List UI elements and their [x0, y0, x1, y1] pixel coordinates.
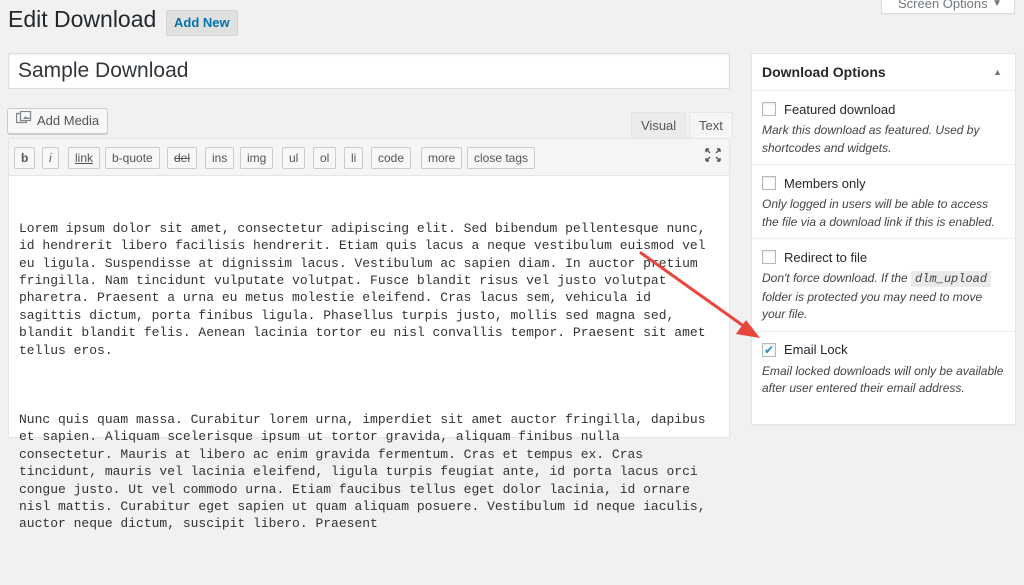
- email-lock-description: Email locked downloads will only be avai…: [762, 363, 1004, 396]
- redirect-description: Don't force download. If the dlm_upload …: [762, 270, 1005, 331]
- screen-options-label: Screen Options: [898, 0, 988, 11]
- tab-text[interactable]: Text: [689, 112, 733, 138]
- code-button[interactable]: code: [371, 147, 412, 169]
- close-tags-button[interactable]: close tags: [467, 147, 536, 169]
- members-only-label[interactable]: Members only: [784, 176, 866, 191]
- featured-checkbox[interactable]: [762, 102, 776, 116]
- featured-label[interactable]: Featured download: [784, 102, 895, 117]
- ol-button[interactable]: ol: [313, 147, 337, 169]
- del-button[interactable]: del: [167, 147, 198, 169]
- download-options-box: Download Options ▲ Featured download Mar…: [751, 53, 1016, 425]
- option-featured: Featured download Mark this download as …: [752, 91, 1015, 164]
- email-lock-checkbox[interactable]: ✔: [762, 342, 776, 357]
- redirect-desc-after: folder is protected you may need to move…: [762, 289, 983, 322]
- blockquote-button[interactable]: b-quote: [105, 147, 160, 169]
- tab-visual[interactable]: Visual: [631, 112, 687, 138]
- members-only-checkbox[interactable]: [762, 176, 776, 190]
- add-new-button[interactable]: Add New: [166, 10, 238, 36]
- media-icon: [15, 109, 32, 133]
- option-redirect: Redirect to file Don't force download. I…: [752, 238, 1015, 331]
- italic-button[interactable]: i: [42, 147, 59, 169]
- post-title-input[interactable]: Sample Download: [8, 53, 730, 89]
- redirect-label[interactable]: Redirect to file: [784, 250, 867, 265]
- li-button[interactable]: li: [344, 147, 364, 169]
- dlm-upload-code: dlm_upload: [911, 271, 992, 287]
- content-editor: b i link b-quote del ins img ul ol li co…: [8, 138, 730, 531]
- download-options-header[interactable]: Download Options ▲: [752, 54, 1015, 91]
- option-email-lock: ✔ Email Lock Email locked downloads will…: [752, 330, 1015, 405]
- editor-textarea[interactable]: Lorem ipsum dolor sit amet, consectetur …: [9, 176, 729, 585]
- featured-description: Mark this download as featured. Used by …: [762, 123, 980, 155]
- screen-options-button[interactable]: Screen Options ▼: [881, 0, 1015, 14]
- ins-button[interactable]: ins: [205, 147, 235, 169]
- more-button[interactable]: more: [421, 147, 463, 169]
- triangle-down-icon: ▼: [992, 0, 1002, 9]
- editor-paragraph: Nunc quis quam massa. Curabitur lorem ur…: [19, 411, 714, 532]
- add-media-button[interactable]: Add Media: [7, 108, 109, 134]
- redirect-desc-before: Don't force download. If the: [762, 271, 912, 285]
- add-media-label: Add Media: [37, 113, 100, 128]
- page-title: Edit Download: [8, 6, 157, 32]
- members-only-description: Only logged in users will be able to acc…: [762, 197, 995, 229]
- download-options-title: Download Options: [762, 64, 886, 80]
- editor-paragraph: Lorem ipsum dolor sit amet, consectetur …: [19, 220, 714, 358]
- ul-button[interactable]: ul: [282, 147, 306, 169]
- fullscreen-icon[interactable]: [705, 148, 721, 165]
- quicktags-toolbar: b i link b-quote del ins img ul ol li co…: [9, 139, 729, 176]
- triangle-up-icon[interactable]: ▲: [993, 54, 1002, 90]
- email-lock-label[interactable]: Email Lock: [784, 342, 848, 357]
- option-members-only: Members only Only logged in users will b…: [752, 164, 1015, 238]
- link-button[interactable]: link: [68, 147, 101, 169]
- bold-button[interactable]: b: [14, 147, 36, 169]
- img-button[interactable]: img: [240, 147, 274, 169]
- redirect-checkbox[interactable]: [762, 250, 776, 264]
